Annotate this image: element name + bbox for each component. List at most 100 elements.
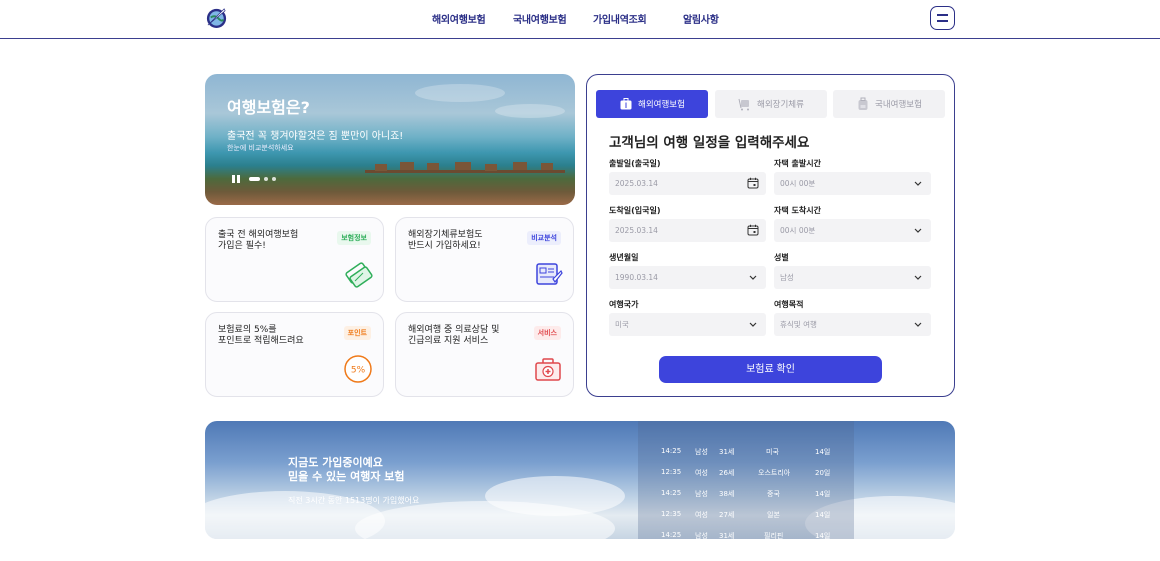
ticker-days: 14일 (815, 511, 831, 519)
hero-resort-illustration (365, 162, 565, 173)
calendar-icon[interactable] (747, 177, 759, 189)
banner-cloud (485, 476, 625, 516)
tab-domestic-travel[interactable]: 국내여행보험 (833, 90, 945, 118)
carousel-dot-active[interactable] (249, 177, 260, 181)
menu-icon-bar (937, 20, 948, 22)
carousel-dot[interactable] (272, 177, 276, 181)
field-label-gender: 성별 (774, 253, 789, 262)
ticker-days: 14일 (815, 490, 831, 498)
ticket-icon (345, 262, 373, 288)
percent-icon: 5% (344, 355, 372, 383)
field-value: 휴식및 여행 (780, 320, 817, 329)
field-value: 남성 (780, 273, 794, 282)
hero-caption: 한눈에 비교분석하세요 (227, 144, 294, 152)
ticker-row: 14:25 남성 31세 미국 14일 (638, 441, 854, 462)
ticker-gender: 남성 (695, 448, 708, 456)
field-label-home-departure-time: 자택 출발시간 (774, 159, 821, 168)
ticker-country: 오스트리아 (758, 469, 791, 477)
field-label-travel-purpose: 여행목적 (774, 300, 804, 309)
site-header: 해외여행보험 국내여행보험 가입내역조회 알림사항 (0, 0, 1160, 39)
form-title: 고객님의 여행 일정을 입력해주세요 (609, 135, 810, 151)
signup-ticker: 14:25 남성 31세 미국 14일 12:35 여성 26세 오스트리아 2… (638, 421, 854, 539)
card-tag: 보험정보 (337, 231, 371, 245)
card-text: 해외장기체류보험도 반드시 가입하세요! (408, 230, 483, 251)
card-tag: 비교분석 (527, 231, 561, 245)
chevron-down-icon (749, 275, 757, 280)
ticker-row: 14:25 남성 31세 필리핀 14일 (638, 525, 854, 539)
birthdate-select[interactable]: 1990.03.14 (609, 266, 766, 289)
gender-select[interactable]: 남성 (774, 266, 931, 289)
luggage-cart-icon (738, 98, 750, 111)
destination-country-select[interactable]: 미국 (609, 313, 766, 336)
live-signup-banner: 지금도 가입중이예요 믿을 수 있는 여행자 보험 직전 3시간 동안 1513… (205, 421, 955, 539)
tab-overseas-travel[interactable]: 해외여행보험 (596, 90, 708, 118)
chevron-down-icon (914, 228, 922, 233)
field-label-arrival-date: 도착일(입국일) (609, 206, 661, 215)
field-label-destination-country: 여행국가 (609, 300, 639, 309)
home-arrival-time-select[interactable]: 00시 00분 (774, 219, 931, 242)
info-card-insurance[interactable]: 출국 전 해외여행보험 가입은 필수! 보험정보 (205, 217, 384, 302)
ticker-age: 27세 (719, 511, 735, 519)
ticker-time: 12:35 (661, 510, 682, 518)
logo-globe-plane-icon[interactable] (205, 6, 228, 29)
tab-label: 해외장기체류 (757, 100, 804, 110)
ticker-age: 31세 (719, 532, 735, 539)
field-value: 2025.03.14 (615, 179, 658, 188)
departure-date-input[interactable]: 2025.03.14 (609, 172, 766, 195)
ticker-country: 중국 (767, 490, 780, 498)
ticker-gender: 여성 (695, 511, 708, 519)
ticker-age: 38세 (719, 490, 735, 498)
ticker-gender: 남성 (695, 490, 708, 498)
info-card-points[interactable]: 보험료의 5%를 포인트로 적립해드려요 포인트 5% (205, 312, 384, 397)
hamburger-menu-button[interactable] (930, 6, 955, 30)
info-card-long-stay[interactable]: 해외장기체류보험도 반드시 가입하세요! 비교분석 (395, 217, 574, 302)
chevron-down-icon (914, 322, 922, 327)
tab-label: 해외여행보험 (638, 100, 685, 110)
field-value: 00시 00분 (780, 179, 816, 188)
ticker-age: 31세 (719, 448, 735, 456)
field-value: 00시 00분 (780, 226, 816, 235)
hero-cloud (415, 84, 505, 102)
calendar-icon[interactable] (747, 224, 759, 236)
nav-notices[interactable]: 알림사항 (683, 11, 719, 26)
pause-icon[interactable] (232, 175, 240, 183)
ticker-gender: 남성 (695, 532, 708, 539)
nav-subscription-lookup[interactable]: 가입내역조회 (593, 11, 647, 26)
ticker-country: 필리핀 (764, 532, 784, 539)
document-icon (536, 263, 563, 285)
check-premium-button[interactable]: 보험료 확인 (659, 356, 882, 383)
nav-domestic-insurance[interactable]: 국내여행보험 (513, 11, 567, 26)
ticker-days: 14일 (815, 448, 831, 456)
hero-carousel[interactable]: 여행보험은? 출국전 꼭 챙겨야할것은 짐 뿐만이 아니죠! 한눈에 비교분석하… (205, 74, 575, 205)
tab-label: 국내여행보험 (875, 100, 922, 110)
banner-title-line: 믿을 수 있는 여행자 보험 (288, 470, 405, 483)
hero-cloud (495, 104, 565, 118)
ticker-days: 14일 (815, 532, 831, 539)
ticker-gender: 여성 (695, 469, 708, 477)
carousel-dot[interactable] (264, 177, 268, 181)
percent-icon-label: 5% (351, 366, 366, 376)
arrival-date-input[interactable]: 2025.03.14 (609, 219, 766, 242)
trip-input-form: 해외여행보험 해외장기체류 국내여행보험 고객님의 여행 일정을 입력해주세요 … (586, 74, 955, 397)
ticker-time: 14:25 (661, 447, 682, 455)
field-label-birthdate: 생년월일 (609, 253, 639, 262)
home-departure-time-select[interactable]: 00시 00분 (774, 172, 931, 195)
ticker-row: 14:25 남성 38세 중국 14일 (638, 483, 854, 504)
info-card-medical[interactable]: 해외여행 중 의료상담 및 긴급의료 지원 서비스 서비스 (395, 312, 574, 397)
card-text: 보험료의 5%를 포인트로 적립해드려요 (218, 325, 304, 346)
backpack-icon (858, 97, 868, 110)
ticker-row: 12:35 여성 27세 일본 14일 (638, 504, 854, 525)
ticker-time: 14:25 (661, 489, 682, 497)
nav-overseas-insurance[interactable]: 해외여행보험 (432, 11, 486, 26)
chevron-down-icon (749, 322, 757, 327)
tab-overseas-long-stay[interactable]: 해외장기체류 (715, 90, 827, 118)
hero-subtitle: 출국전 꼭 챙겨야할것은 짐 뿐만이 아니죠! (227, 131, 404, 142)
ticker-country: 일본 (767, 511, 780, 519)
travel-purpose-select[interactable]: 휴식및 여행 (774, 313, 931, 336)
ticker-country: 미국 (766, 448, 779, 456)
ticker-time: 14:25 (661, 531, 682, 539)
banner-title: 지금도 가입중이예요 믿을 수 있는 여행자 보험 (288, 456, 405, 484)
chevron-down-icon (914, 275, 922, 280)
ticker-days: 20일 (815, 469, 831, 477)
field-value: 미국 (615, 320, 629, 329)
